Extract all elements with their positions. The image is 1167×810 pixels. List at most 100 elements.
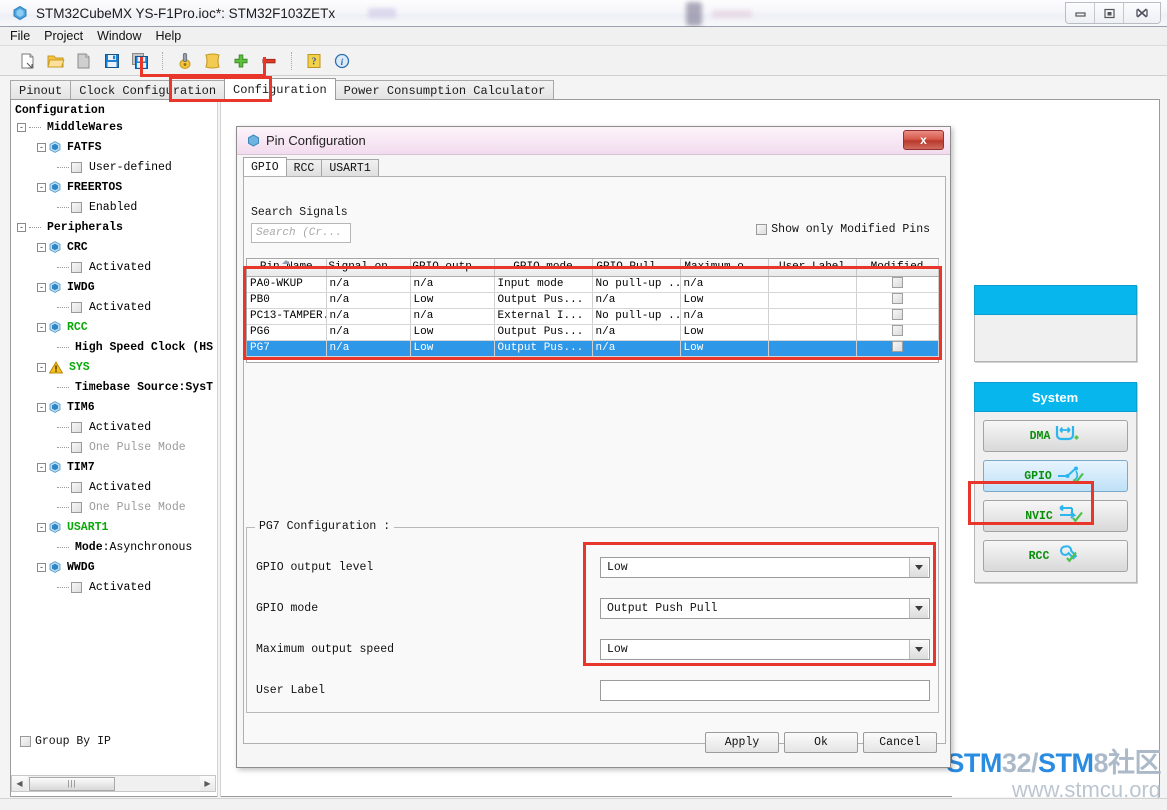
cell-modified[interactable] (856, 340, 939, 357)
dialog-tab-usart1[interactable]: USART1 (321, 159, 379, 177)
group-by-ip-checkbox[interactable]: Group By IP (20, 735, 111, 748)
tree-checkbox[interactable] (71, 481, 82, 493)
modified-checkbox[interactable] (892, 292, 903, 304)
tree-checkbox[interactable] (71, 261, 82, 273)
table-row[interactable]: PB0 n/a Low Output Pus... n/a Low (247, 292, 939, 309)
tree-expander-icon[interactable]: - (37, 462, 46, 472)
dialog-tab-gpio[interactable]: GPIO (243, 157, 287, 177)
vertical-splitter[interactable] (217, 100, 221, 797)
tree-node-peripherals[interactable]: - Peripherals (11, 217, 216, 237)
table-row[interactable]: PC13-TAMPER...n/an/aExternal I...No pull… (247, 308, 939, 325)
pin-table-header-gpio-mode[interactable]: GPIO mode (494, 259, 593, 277)
ip-button-dma[interactable]: DMA (982, 420, 1128, 452)
scroll-left-arrow[interactable]: ◀ (12, 776, 27, 791)
cell-modified[interactable] (856, 308, 939, 325)
tree-node-activated[interactable]: Activated (11, 297, 216, 317)
table-row[interactable]: PG6 n/a Low Output Pus... n/a Low (247, 324, 939, 341)
menu-file[interactable]: File (10, 27, 39, 46)
maximize-button[interactable] (1095, 3, 1124, 23)
tab-clock-configuration[interactable]: Clock Configuration (70, 80, 226, 100)
tab-pinout[interactable]: Pinout (10, 80, 72, 100)
tree-checkbox[interactable] (71, 201, 82, 213)
pin-table[interactable]: Pin Name Signal on... GPIO outp... GPIO mod… (246, 258, 939, 363)
tree-node-one-pulse-mode[interactable]: One Pulse Mode (11, 497, 216, 517)
help-icon[interactable]: ? (302, 49, 326, 73)
save-as-icon[interactable] (72, 49, 96, 73)
cell-modified[interactable] (856, 276, 939, 293)
dialog-tab-rcc[interactable]: RCC (285, 159, 323, 177)
dialog-close-button[interactable]: x (903, 130, 944, 150)
cell-modified[interactable] (856, 292, 939, 309)
tab-configuration[interactable]: Configuration (224, 78, 336, 100)
open-project-icon[interactable] (44, 49, 68, 73)
ok-button[interactable]: Ok (784, 732, 858, 753)
save-all-icon[interactable] (128, 49, 152, 73)
pin-table-header-signal-on[interactable]: Signal on... (326, 259, 411, 277)
tree-checkbox[interactable] (71, 421, 82, 433)
tree-expander-icon[interactable]: - (17, 122, 26, 132)
pin-table-body[interactable]: PA0-WKUP n/a n/a Input mode No pull-up ... n/… (247, 276, 939, 357)
tree-expander-icon[interactable]: - (37, 322, 46, 332)
tree-checkbox[interactable] (71, 501, 82, 513)
tree-checkbox[interactable] (71, 161, 82, 173)
menu-project[interactable]: Project (44, 27, 92, 46)
close-button[interactable] (1124, 3, 1160, 23)
remove-icon[interactable] (257, 49, 281, 73)
gpio-mode-combo[interactable]: Output Push Pull (600, 597, 930, 619)
ip-button-nvic[interactable]: NVIC (982, 500, 1128, 532)
pin-table-header-modified[interactable]: Modified (856, 259, 939, 277)
pin-table-header-user-label[interactable]: User Label (768, 259, 857, 277)
tree-node-timebase-source-syst[interactable]: Timebase Source:SysT (11, 377, 216, 397)
tree-node-user-defined[interactable]: User-defined (11, 157, 216, 177)
gpio-output-level-combo[interactable]: Low (600, 556, 930, 578)
table-row[interactable]: PA0-WKUP n/a n/a Input mode No pull-up ... n/… (247, 276, 939, 293)
pin-table-header-gpio-pull[interactable]: GPIO Pull... (592, 259, 681, 277)
tree-expander-icon[interactable]: - (37, 562, 46, 572)
pin-table-header-maximum-o[interactable]: Maximum o... (680, 259, 769, 277)
tree-expander-icon[interactable]: - (37, 142, 46, 152)
tree-node-activated[interactable]: Activated (11, 417, 216, 437)
maximum-output-speed-combo[interactable]: Low (600, 638, 930, 660)
tree-expander-icon[interactable]: - (37, 522, 46, 532)
tree-node-rcc[interactable]: - RCC (11, 317, 216, 337)
modified-checkbox[interactable] (892, 276, 903, 288)
ip-button-rcc[interactable]: RCC (982, 540, 1128, 572)
minimize-button[interactable] (1066, 3, 1095, 23)
tree-node-fatfs[interactable]: - FATFS (11, 137, 216, 157)
cancel-button[interactable]: Cancel (863, 732, 937, 753)
tree-node-sys[interactable]: - SYS (11, 357, 216, 377)
tree-node-usart1[interactable]: - USART1 (11, 517, 216, 537)
chevron-down-icon[interactable] (909, 598, 928, 618)
user-label-input[interactable] (600, 679, 930, 701)
chevron-down-icon[interactable] (909, 639, 928, 659)
generate-report-icon[interactable] (201, 49, 225, 73)
show-only-modified-pins-checkbox[interactable]: Show only Modified Pins (756, 223, 930, 236)
tree-node-activated[interactable]: Activated (11, 477, 216, 497)
tree-expander-icon[interactable]: - (37, 282, 46, 292)
tree-node-wwdg[interactable]: - WWDG (11, 557, 216, 577)
show-only-modified-checkbox-box[interactable] (756, 224, 768, 235)
tab-power-consumption-calculator[interactable]: Power Consumption Calculator (334, 80, 555, 100)
tree-expander-icon[interactable]: - (37, 362, 46, 372)
tree-node-one-pulse-mode[interactable]: One Pulse Mode (11, 437, 216, 457)
tree-expander-icon[interactable]: - (37, 242, 46, 252)
search-input[interactable]: Search (Cr... (251, 223, 351, 243)
pin-table-header-gpio-outp[interactable]: GPIO outp... (410, 259, 495, 277)
about-icon[interactable]: i (330, 49, 354, 73)
add-icon[interactable] (229, 49, 253, 73)
tree-expander-icon[interactable]: - (37, 402, 46, 412)
generate-code-icon[interactable] (173, 49, 197, 73)
tree-checkbox[interactable] (71, 441, 82, 453)
tree-node-high-speed-clock-hs[interactable]: High Speed Clock (HS (11, 337, 216, 357)
tree-node-activated[interactable]: Activated (11, 577, 216, 597)
menu-window[interactable]: Window (97, 27, 150, 46)
tree-node-middlewares[interactable]: - MiddleWares (11, 117, 216, 137)
cell-modified[interactable] (856, 324, 939, 341)
pin-table-header-row[interactable]: Pin Name Signal on... GPIO outp... GPIO mod… (247, 259, 939, 277)
ip-button-gpio[interactable]: GPIO (982, 460, 1128, 492)
group-by-ip-checkbox-box[interactable] (20, 736, 31, 747)
scroll-thumb[interactable]: ||| (29, 776, 115, 791)
tree-horizontal-scrollbar[interactable]: ◀ ||| ▶ (11, 775, 216, 792)
modified-checkbox[interactable] (892, 308, 903, 320)
tree-node-freertos[interactable]: - FREERTOS (11, 177, 216, 197)
